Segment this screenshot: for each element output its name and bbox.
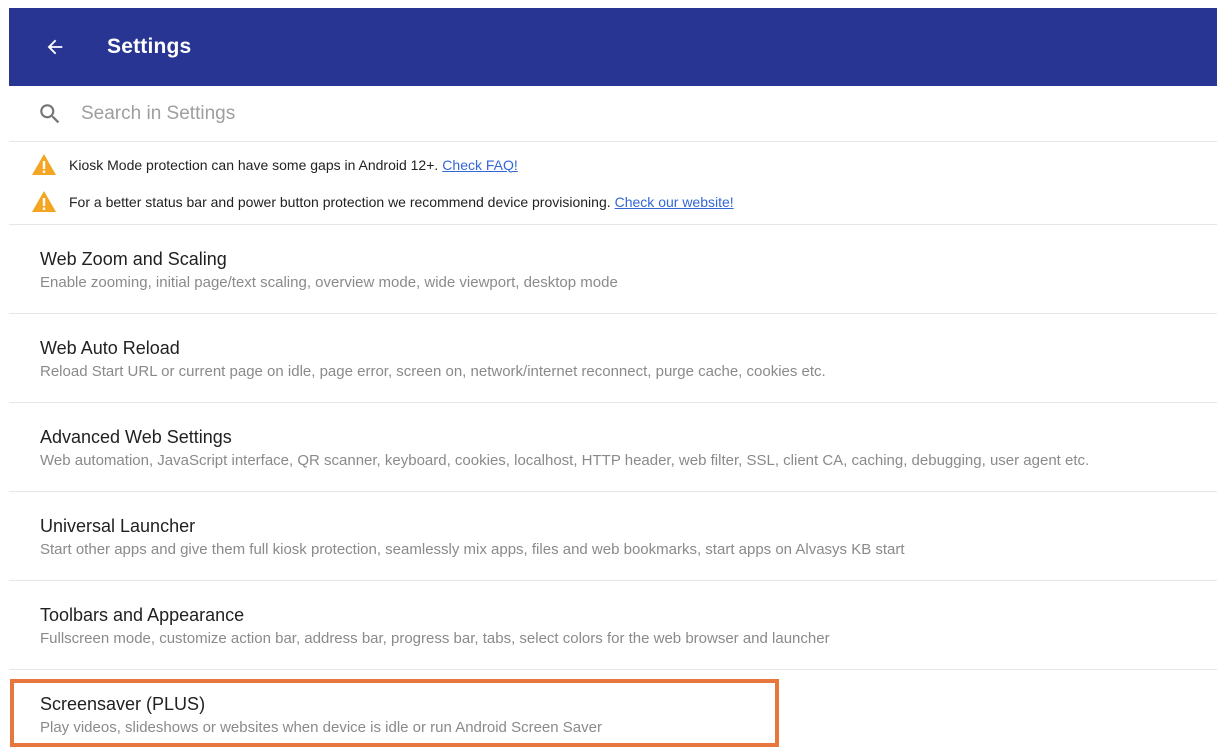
settings-item-web-auto-reload[interactable]: Web Auto Reload Reload Start URL or curr… <box>9 314 1217 403</box>
warning-icon <box>31 189 59 214</box>
page-title: Settings <box>107 35 192 58</box>
item-title: Advanced Web Settings <box>40 427 232 447</box>
warning-text: Kiosk Mode protection can have some gaps… <box>69 156 439 173</box>
item-subtitle: Fullscreen mode, customize action bar, a… <box>40 630 830 647</box>
warnings-section: Kiosk Mode protection can have some gaps… <box>9 142 1217 225</box>
arrow-left-icon <box>47 39 63 55</box>
search-bar[interactable] <box>9 86 1217 142</box>
settings-item-web-zoom[interactable]: Web Zoom and Scaling Enable zooming, ini… <box>9 225 1217 314</box>
check-website-link[interactable]: Check our website! <box>615 194 734 210</box>
warning-text: For a better status bar and power button… <box>69 193 611 210</box>
item-title: Web Zoom and Scaling <box>40 249 227 269</box>
item-title: Screensaver (PLUS) <box>40 694 206 714</box>
item-subtitle: Play videos, slideshows or websites when… <box>40 719 602 736</box>
search-input[interactable] <box>81 102 981 125</box>
item-title: Toolbars and Appearance <box>40 605 245 625</box>
settings-item-universal-launcher[interactable]: Universal Launcher Start other apps and … <box>9 492 1217 581</box>
settings-item-advanced-web[interactable]: Advanced Web Settings Web automation, Ja… <box>9 403 1217 492</box>
item-subtitle: Start other apps and give them full kios… <box>40 541 905 558</box>
settings-screen: Settings Kiosk Mode protection can have … <box>9 8 1217 749</box>
item-title: Web Auto Reload <box>40 338 180 358</box>
search-icon <box>40 103 60 123</box>
warning-kiosk-gaps: Kiosk Mode protection can have some gaps… <box>9 146 1217 183</box>
item-subtitle: Web automation, JavaScript interface, QR… <box>40 452 1090 469</box>
warning-icon <box>31 152 59 177</box>
item-subtitle: Reload Start URL or current page on idle… <box>40 363 826 380</box>
back-button[interactable] <box>27 19 83 75</box>
settings-item-toolbars[interactable]: Toolbars and Appearance Fullscreen mode,… <box>9 581 1217 670</box>
settings-item-screensaver[interactable]: Screensaver (PLUS) Play videos, slidesho… <box>9 670 1217 749</box>
check-faq-link[interactable]: Check FAQ! <box>442 157 517 173</box>
app-bar: Settings <box>9 8 1217 86</box>
item-subtitle: Enable zooming, initial page/text scalin… <box>40 274 618 291</box>
item-title: Universal Launcher <box>40 516 196 536</box>
warning-provisioning: For a better status bar and power button… <box>9 183 1217 220</box>
